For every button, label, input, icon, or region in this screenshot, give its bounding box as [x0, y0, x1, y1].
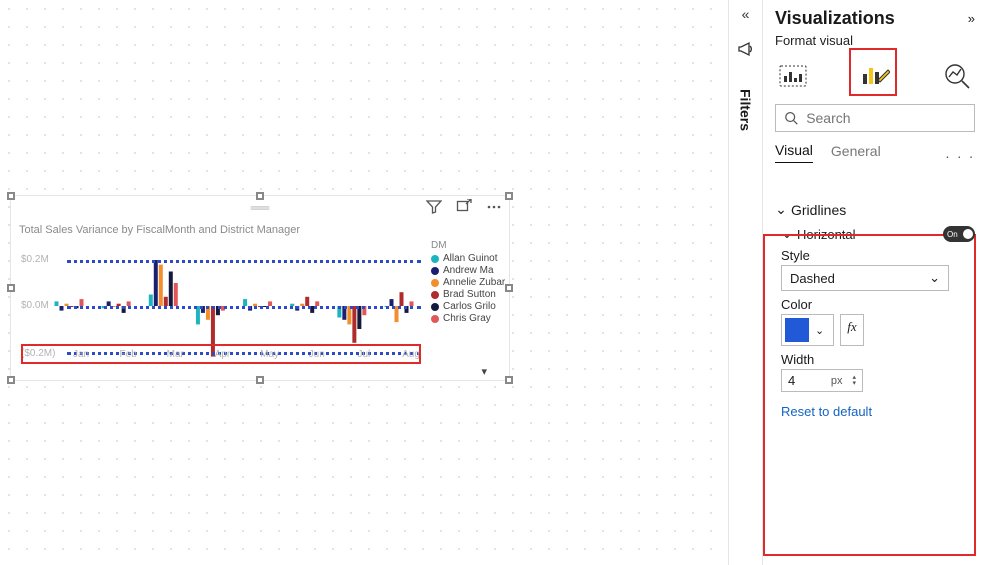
search-input[interactable]	[775, 104, 975, 132]
color-swatch	[785, 318, 809, 342]
legend-header: DM	[431, 240, 505, 251]
search-field[interactable]	[804, 109, 966, 127]
chevron-down-icon: ⌄	[809, 324, 830, 337]
chart-title: Total Sales Variance by FiscalMonth and …	[19, 224, 300, 236]
filters-pane-label[interactable]: Filters	[738, 89, 754, 131]
legend-item: Annelie Zubar	[431, 277, 505, 288]
analytics-tab-icon[interactable]	[939, 58, 975, 94]
format-visual-tab-icon[interactable]	[857, 58, 893, 94]
legend-item: Allan Guinot	[431, 253, 505, 264]
bullhorn-icon[interactable]	[737, 40, 755, 61]
chevron-down-icon: ⌄	[781, 226, 793, 242]
focus-mode-icon[interactable]	[455, 198, 473, 216]
gridlines-header[interactable]: ⌄ Gridlines	[775, 201, 975, 218]
style-label: Style	[781, 248, 975, 263]
more-options-icon[interactable]	[485, 198, 503, 216]
report-canvas[interactable]: ══ Total Sales Variance by FiscalMonth a…	[0, 0, 728, 565]
build-visual-tab-icon[interactable]	[775, 58, 811, 94]
chevron-down-icon: ⌄	[775, 201, 787, 218]
y-axis-tick: $0.2M	[21, 254, 49, 265]
legend-item: Carlos Grilo	[431, 301, 505, 312]
reset-to-default-link[interactable]: Reset to default	[781, 404, 975, 419]
spin-down-icon[interactable]: ▾	[852, 381, 856, 387]
search-icon	[784, 110, 798, 126]
chart-visual[interactable]: ══ Total Sales Variance by FiscalMonth a…	[10, 195, 510, 381]
chevron-down-icon: ⌄	[929, 270, 940, 286]
fx-button[interactable]: fx	[840, 314, 863, 346]
tab-general[interactable]: General	[831, 143, 881, 163]
chart-plot-area: $0.2M $0.0M ($0.2M) JanFebMarAprMayJunJu…	[21, 248, 421, 360]
collapse-pane-icon[interactable]: «	[742, 6, 750, 22]
drag-handle-icon[interactable]: ══	[251, 200, 269, 215]
gridlines-group: ⌄ Gridlines ⌄ Horizontal On S	[763, 193, 987, 431]
expand-pane-icon[interactable]: »	[968, 11, 975, 26]
tabs-overflow-icon[interactable]: . . .	[946, 145, 975, 161]
width-stepper[interactable]: 4 px ▴▾	[781, 369, 863, 392]
legend: DM Allan GuinotAndrew MaAnnelie ZubarBra…	[431, 240, 505, 325]
panel-subtitle: Format visual	[775, 33, 975, 48]
tab-visual[interactable]: Visual	[775, 142, 813, 163]
color-label: Color	[781, 297, 975, 312]
horizontal-toggle[interactable]: On	[943, 226, 975, 242]
legend-overflow-icon[interactable]: ▾	[481, 365, 487, 378]
y-axis-tick: $0.0M	[21, 300, 49, 311]
legend-item: Andrew Ma	[431, 265, 505, 276]
legend-item: Chris Gray	[431, 313, 505, 324]
style-select[interactable]: Dashed ⌄	[781, 265, 949, 291]
legend-item: Brad Sutton	[431, 289, 505, 300]
color-picker[interactable]: ⌄	[781, 314, 834, 346]
width-label: Width	[781, 352, 975, 367]
filter-icon[interactable]	[425, 198, 443, 216]
horizontal-header[interactable]: ⌄ Horizontal	[781, 226, 856, 242]
panel-title: Visualizations	[775, 8, 895, 29]
visualizations-panel: Visualizations » Format visual	[762, 0, 987, 565]
